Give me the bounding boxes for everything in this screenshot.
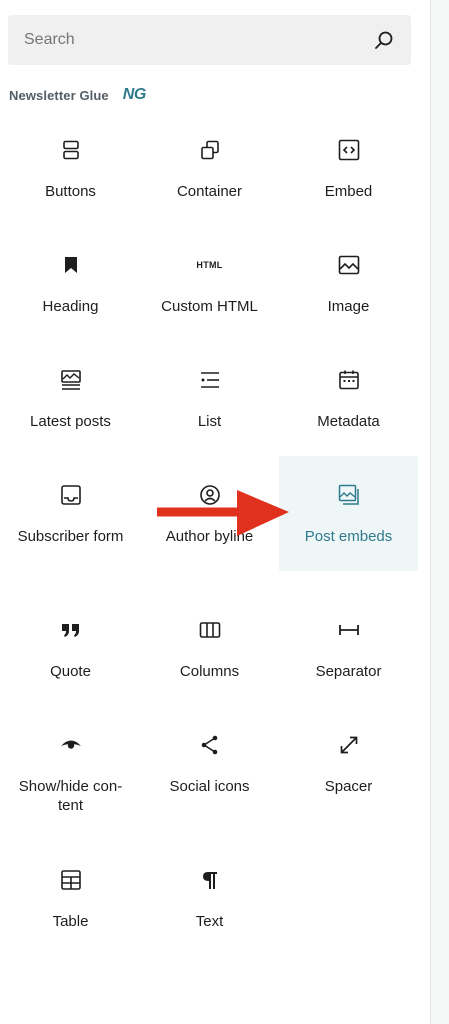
block-label: Quote [50,663,91,680]
calendar-icon [337,368,361,392]
block-subscriber-form[interactable]: Subscriber form [1,463,140,579]
block-label: Metadata [317,413,380,430]
block-label: Container [176,183,243,200]
quote-icon [59,618,83,642]
newsletter-glue-logo: NG [122,86,147,103]
block-label: Buttons [45,183,96,200]
search-input[interactable] [24,31,373,49]
category-label: Newsletter Glue [9,87,109,103]
block-label: Spacer [324,778,373,795]
block-label: Image [327,298,370,315]
table-icon [59,868,83,892]
block-latest-posts[interactable]: Latest posts [1,348,140,464]
eye-icon [59,733,83,757]
block-label: Text [195,913,224,930]
subscriber-form-icon [59,483,83,507]
embed-icon [337,138,361,162]
block-label: Subscriber form [17,528,124,545]
buttons-icon [59,138,83,162]
paragraph-icon [198,868,222,892]
block-image[interactable]: Image [279,233,418,349]
block-show-hide-content[interactable]: Show/hide con-tent [1,713,140,829]
post-embeds-icon [337,483,361,507]
block-custom-html[interactable]: HTML Custom HTML [140,233,279,349]
block-label: Post embeds [304,528,393,545]
red-arrow-annotation [157,490,289,536]
share-icon [198,733,222,757]
list-icon [198,368,222,392]
html-icon: HTML [196,253,223,277]
block-label: Embed [324,183,373,200]
block-category-header: Newsletter Glue NG [9,86,146,104]
block-metadata[interactable]: Metadata [279,348,418,464]
block-label: Heading [42,298,99,315]
block-heading[interactable]: Heading [1,233,140,349]
block-text[interactable]: Text [140,848,279,964]
block-buttons[interactable]: Buttons [1,118,140,234]
block-embed[interactable]: Embed [279,118,418,234]
block-label: Show/hide con-tent [18,778,123,814]
block-post-embeds[interactable]: Post embeds [279,456,418,571]
search-box[interactable] [8,15,411,65]
block-social-icons[interactable]: Social icons [140,713,279,829]
block-inserter-panel: Newsletter Glue NG Buttons Container Emb… [0,0,430,1024]
separator-icon [337,618,361,642]
html-icon-text: HTML [196,260,223,270]
block-label: List [197,413,222,430]
block-list[interactable]: List [140,348,279,464]
block-label: Custom HTML [161,298,258,315]
search-icon[interactable] [373,29,395,51]
block-spacer[interactable]: Spacer [279,713,418,829]
image-icon [337,253,361,277]
block-container[interactable]: Container [140,118,279,234]
block-label: Latest posts [30,413,111,430]
heading-bookmark-icon [59,253,83,277]
latest-posts-icon [59,368,83,392]
block-quote[interactable]: Quote [1,598,140,714]
block-label: Columns [179,663,240,680]
columns-icon [198,618,222,642]
block-table[interactable]: Table [1,848,140,964]
block-label: Social icons [169,778,250,795]
container-icon [198,138,222,162]
block-label: Separator [315,663,382,680]
block-columns[interactable]: Columns [140,598,279,714]
resize-icon [337,733,361,757]
block-separator[interactable]: Separator [279,598,418,714]
block-label: Table [52,913,89,930]
editor-canvas-edge [430,0,449,1024]
